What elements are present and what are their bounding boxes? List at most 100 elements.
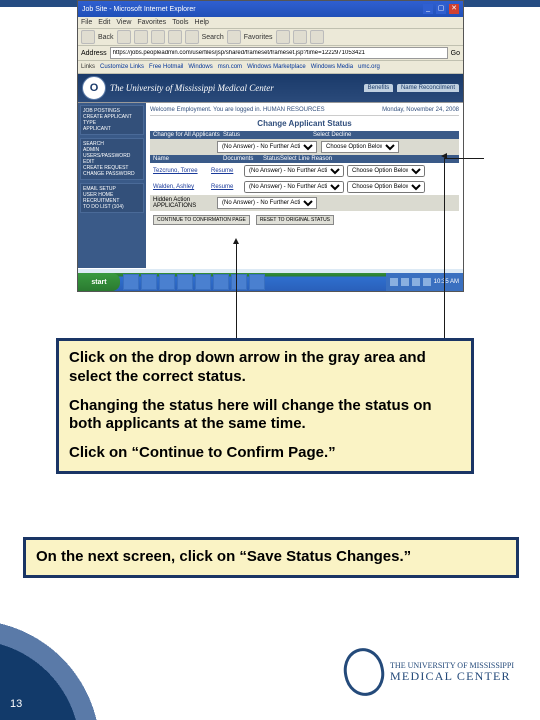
ie-titlebar: Job Site - Microsoft Internet Explorer _…	[78, 1, 463, 17]
links-label: Links	[81, 64, 95, 70]
tab-benefits[interactable]: Benefits	[364, 84, 394, 92]
page-title: Change Applicant Status	[150, 116, 459, 131]
status-all-select[interactable]: (No Answer) - No Further Action	[217, 141, 317, 153]
annotation-p2: Changing the status here will change the…	[69, 397, 461, 435]
favorites-label[interactable]: Favorites	[244, 34, 273, 41]
history-icon[interactable]	[276, 30, 290, 44]
hidden-label: Hidden Action APPLICATIONS	[153, 197, 213, 209]
sidebar-item[interactable]: TO DO LIST (104)	[83, 204, 141, 210]
link-msn[interactable]: msn.com	[218, 64, 242, 70]
applicant-action-select[interactable]: (No Answer) - No Further Action	[244, 181, 344, 193]
logo-line2: MEDICAL CENTER	[390, 670, 514, 683]
banner-tabs: Benefits Name Reconcilment	[362, 85, 459, 91]
address-label: Address	[81, 50, 107, 57]
col-status: Status	[223, 132, 313, 138]
tray-icon[interactable]	[390, 278, 398, 286]
site-banner: O The University of Mississippi Medical …	[78, 74, 463, 103]
forward-icon[interactable]	[117, 30, 131, 44]
start-button[interactable]: start	[78, 273, 120, 291]
go-button[interactable]: Go	[451, 50, 460, 57]
ie-linksbar: Links Customize Links Free Hotmail Windo…	[78, 61, 463, 74]
annotation-p3: Click on “Continue to Confirm Page.”	[69, 444, 461, 463]
date-text: Monday, November 24, 2008	[382, 107, 459, 113]
decline-all-select[interactable]: Choose Option Below	[321, 141, 399, 153]
print-icon[interactable]	[310, 30, 324, 44]
col-status2: Status	[263, 156, 280, 162]
applicant-name[interactable]: Tezcruno, Torree	[153, 168, 208, 174]
sidebar-item[interactable]: CHANGE PASSWORD	[83, 171, 141, 177]
sidebar-block-2[interactable]: SEARCH ADMIN USERS/PASSWORD EDIT CREATE …	[80, 138, 144, 180]
taskbar-item[interactable]	[123, 274, 139, 290]
continue-button[interactable]: CONTINUE TO CONFIRMATION PAGE	[153, 215, 250, 225]
tray-icon[interactable]	[401, 278, 409, 286]
link-customize[interactable]: Customize Links	[100, 64, 144, 70]
arrow-line	[444, 158, 484, 159]
tray-icon[interactable]	[412, 278, 420, 286]
mail-icon[interactable]	[293, 30, 307, 44]
address-input[interactable]	[110, 47, 448, 59]
applicant-name[interactable]: Walden, Ashley	[153, 184, 208, 190]
tab-name-reconcilment[interactable]: Name Reconcilment	[397, 84, 459, 92]
back-icon[interactable]	[81, 30, 95, 44]
reset-button[interactable]: RESET TO ORIGINAL STATUS	[256, 215, 334, 225]
applicant-action-select[interactable]: (No Answer) - No Further Action	[244, 165, 344, 177]
sidebar-block-1[interactable]: JOB POSTINGS CREATE APPLICANT TYPE APPLI…	[80, 105, 144, 135]
maximize-icon[interactable]: ▢	[436, 4, 446, 14]
menu-file[interactable]: File	[81, 19, 92, 26]
stop-icon[interactable]	[134, 30, 148, 44]
change-all-row: (No Answer) - No Further Action Choose O…	[150, 139, 459, 155]
home-icon[interactable]	[168, 30, 182, 44]
menu-tools[interactable]: Tools	[172, 19, 188, 26]
menu-favorites[interactable]: Favorites	[137, 19, 166, 26]
hidden-action-row: Hidden Action APPLICATIONS (No Answer) -…	[150, 195, 459, 211]
col-documents: Documents	[223, 156, 263, 162]
taskbar-item[interactable]	[249, 274, 265, 290]
search-icon[interactable]	[185, 30, 199, 44]
sidebar-item[interactable]: USER HOME RECRUITMENT	[83, 192, 141, 204]
tray-icon[interactable]	[423, 278, 431, 286]
footer-wave	[0, 620, 200, 720]
sidebar: JOB POSTINGS CREATE APPLICANT TYPE APPLI…	[78, 103, 146, 268]
menu-help[interactable]: Help	[195, 19, 209, 26]
link-hotmail[interactable]: Free Hotmail	[149, 64, 183, 70]
link-marketplace[interactable]: Windows Marketplace	[247, 64, 306, 70]
link-windows[interactable]: Windows	[188, 64, 212, 70]
resume-link[interactable]: Resume	[211, 184, 241, 190]
taskbar-item[interactable]	[141, 274, 157, 290]
sidebar-item[interactable]: CREATE APPLICANT TYPE	[83, 114, 141, 126]
menu-edit[interactable]: Edit	[98, 19, 110, 26]
logo-text: THE UNIVERSITY OF MISSISSIPPI MEDICAL CE…	[390, 662, 514, 683]
search-label[interactable]: Search	[202, 34, 224, 41]
resume-link[interactable]: Resume	[211, 168, 241, 174]
taskbar-item[interactable]	[213, 274, 229, 290]
close-icon[interactable]: ✕	[449, 4, 459, 14]
hidden-action-select[interactable]: (No Answer) - No Further Action	[217, 197, 317, 209]
ie-menubar[interactable]: File Edit View Favorites Tools Help	[78, 17, 463, 29]
col-decline: Select Decline	[313, 132, 351, 138]
ie-window: Job Site - Microsoft Internet Explorer _…	[77, 0, 464, 292]
clock: 10:35 AM	[434, 279, 459, 285]
taskbar-item[interactable]	[177, 274, 193, 290]
back-label[interactable]: Back	[98, 34, 114, 41]
taskbar-item[interactable]	[195, 274, 211, 290]
sidebar-block-3[interactable]: EMAIL SETUP USER HOME RECRUITMENT TO DO …	[80, 183, 144, 213]
footer-logo: THE UNIVERSITY OF MISSISSIPPI MEDICAL CE…	[344, 648, 514, 696]
sidebar-item[interactable]: USERS/PASSWORD EDIT	[83, 153, 141, 165]
applicant-reason-select[interactable]: Choose Option Below	[347, 181, 425, 193]
annotation-secondary-text: On the next screen, click on “Save Statu…	[36, 548, 411, 565]
favorites-icon[interactable]	[227, 30, 241, 44]
refresh-icon[interactable]	[151, 30, 165, 44]
taskbar-item[interactable]	[159, 274, 175, 290]
link-umc[interactable]: umc.org	[358, 64, 380, 70]
menu-view[interactable]: View	[116, 19, 131, 26]
col-all: Change for All Applicants	[153, 132, 223, 138]
band-all: Change for All Applicants Status Select …	[150, 131, 459, 139]
link-media[interactable]: Windows Media	[311, 64, 353, 70]
applicant-reason-select[interactable]: Choose Option Below	[347, 165, 425, 177]
sidebar-item[interactable]: APPLICANT	[83, 126, 141, 132]
seal-icon: O	[82, 76, 106, 100]
system-tray: 10:35 AM	[386, 273, 463, 291]
minimize-icon[interactable]: _	[423, 4, 433, 14]
taskbar-item[interactable]	[231, 274, 247, 290]
annotation-p1: Click on the drop down arrow in the gray…	[69, 349, 461, 387]
